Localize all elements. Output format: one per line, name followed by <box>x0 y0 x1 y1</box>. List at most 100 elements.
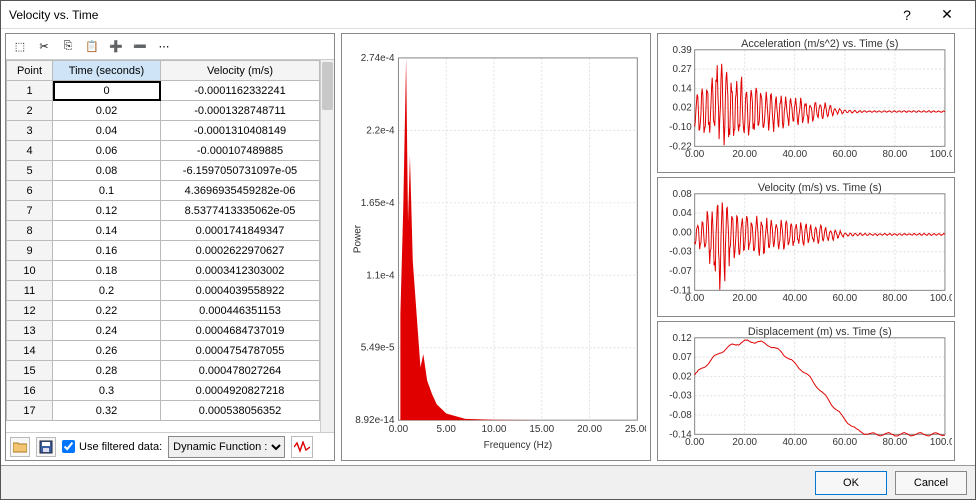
function-dropdown[interactable]: Dynamic Function : <box>168 436 285 458</box>
row-time[interactable]: 0.3 <box>53 381 161 401</box>
table-row[interactable]: 130.240.0004684737019 <box>7 321 320 341</box>
row-time[interactable]: 0.22 <box>53 301 161 321</box>
row-time[interactable]: 0.2 <box>53 281 161 301</box>
table-row[interactable]: 20.02-0.0001328748711 <box>7 101 320 121</box>
row-velocity[interactable]: -0.0001328748711 <box>161 101 320 121</box>
row-velocity[interactable]: 0.000478027264 <box>161 361 320 381</box>
svg-text:2.2e-4: 2.2e-4 <box>366 125 395 136</box>
row-velocity[interactable]: -0.0001310408149 <box>161 121 320 141</box>
row-velocity[interactable]: -6.1597050731097e-05 <box>161 161 320 181</box>
row-time[interactable]: 0.26 <box>53 341 161 361</box>
plot-icon[interactable] <box>291 436 313 458</box>
row-velocity[interactable]: -0.0001162332241 <box>161 81 320 101</box>
row-time[interactable]: 0.28 <box>53 361 161 381</box>
row-time[interactable]: 0 <box>53 81 161 101</box>
table-row[interactable]: 50.08-6.1597050731097e-05 <box>7 161 320 181</box>
disp-chart[interactable]: 0.0020.0040.0060.0080.00100.00-0.14-0.08… <box>660 324 952 458</box>
row-velocity[interactable]: 0.0003412303002 <box>161 261 320 281</box>
scrollbar-thumb[interactable] <box>322 62 333 110</box>
row-point[interactable]: 7 <box>7 201 53 221</box>
data-table[interactable]: Point Time (seconds) Velocity (m/s) 10-0… <box>6 60 320 421</box>
row-point[interactable]: 8 <box>7 221 53 241</box>
save-file-icon[interactable] <box>36 437 56 457</box>
use-filtered-input[interactable] <box>62 440 75 453</box>
insert-row-icon[interactable]: ➕ <box>106 37 126 57</box>
toolbar-more-icon[interactable]: ⋯ <box>154 37 174 57</box>
row-point[interactable]: 5 <box>7 161 53 181</box>
cancel-button[interactable]: Cancel <box>895 471 967 495</box>
power-spectrum-chart[interactable]: 0.005.0010.0015.0020.0025.008.92e-145.49… <box>346 38 646 456</box>
help-button[interactable]: ? <box>887 2 927 28</box>
table-row[interactable]: 60.14.3696935459282e-06 <box>7 181 320 201</box>
row-point[interactable]: 12 <box>7 301 53 321</box>
row-point[interactable]: 16 <box>7 381 53 401</box>
row-velocity[interactable]: 0.0001741849347 <box>161 221 320 241</box>
row-time[interactable]: 0.02 <box>53 101 161 121</box>
col-point[interactable]: Point <box>7 61 53 81</box>
table-row[interactable]: 170.320.000538056352 <box>7 401 320 421</box>
svg-text:8.92e-14: 8.92e-14 <box>355 415 395 426</box>
row-time[interactable]: 0.12 <box>53 201 161 221</box>
row-time[interactable]: 0.14 <box>53 221 161 241</box>
table-row[interactable]: 160.30.0004920827218 <box>7 381 320 401</box>
table-row[interactable]: 70.128.5377413335062e-05 <box>7 201 320 221</box>
svg-text:80.00: 80.00 <box>883 149 908 160</box>
table-scrollbar[interactable] <box>320 60 334 432</box>
row-time[interactable]: 0.16 <box>53 241 161 261</box>
select-icon[interactable]: ⬚ <box>10 37 30 57</box>
row-velocity[interactable]: 0.0004920827218 <box>161 381 320 401</box>
row-velocity[interactable]: 0.000538056352 <box>161 401 320 421</box>
delete-row-icon[interactable]: ➖ <box>130 37 150 57</box>
table-row[interactable]: 100.180.0003412303002 <box>7 261 320 281</box>
table-row[interactable]: 30.04-0.0001310408149 <box>7 121 320 141</box>
table-row[interactable]: 110.20.0004039558922 <box>7 281 320 301</box>
row-time[interactable]: 0.18 <box>53 261 161 281</box>
row-point[interactable]: 2 <box>7 101 53 121</box>
use-filtered-checkbox[interactable]: Use filtered data: <box>62 440 162 453</box>
row-velocity[interactable]: 0.0004754787055 <box>161 341 320 361</box>
close-button[interactable]: ✕ <box>927 2 967 28</box>
row-point[interactable]: 15 <box>7 361 53 381</box>
row-point[interactable]: 14 <box>7 341 53 361</box>
table-row[interactable]: 90.160.0002622970627 <box>7 241 320 261</box>
table-row[interactable]: 150.280.000478027264 <box>7 361 320 381</box>
row-time[interactable]: 0.1 <box>53 181 161 201</box>
row-time[interactable]: 0.32 <box>53 401 161 421</box>
svg-text:100.00: 100.00 <box>930 293 952 304</box>
col-velocity[interactable]: Velocity (m/s) <box>161 61 320 81</box>
row-time[interactable]: 0.24 <box>53 321 161 341</box>
row-velocity[interactable]: 0.0002622970627 <box>161 241 320 261</box>
row-time[interactable]: 0.04 <box>53 121 161 141</box>
row-point[interactable]: 3 <box>7 121 53 141</box>
row-point[interactable]: 6 <box>7 181 53 201</box>
row-velocity[interactable]: 0.0004684737019 <box>161 321 320 341</box>
table-row[interactable]: 80.140.0001741849347 <box>7 221 320 241</box>
col-time[interactable]: Time (seconds) <box>53 61 161 81</box>
svg-text:15.00: 15.00 <box>529 424 554 435</box>
table-row[interactable]: 140.260.0004754787055 <box>7 341 320 361</box>
copy-icon[interactable]: ⎘ <box>58 37 78 57</box>
row-point[interactable]: 10 <box>7 261 53 281</box>
row-time[interactable]: 0.06 <box>53 141 161 161</box>
row-velocity[interactable]: 0.000446351153 <box>161 301 320 321</box>
row-velocity[interactable]: 8.5377413335062e-05 <box>161 201 320 221</box>
row-time[interactable]: 0.08 <box>53 161 161 181</box>
row-point[interactable]: 17 <box>7 401 53 421</box>
row-point[interactable]: 4 <box>7 141 53 161</box>
accel-chart[interactable]: 0.0020.0040.0060.0080.00100.00-0.22-0.10… <box>660 36 952 170</box>
row-velocity[interactable]: 0.0004039558922 <box>161 281 320 301</box>
open-file-icon[interactable] <box>10 437 30 457</box>
row-point[interactable]: 1 <box>7 81 53 101</box>
paste-icon[interactable]: 📋 <box>82 37 102 57</box>
cut-icon[interactable]: ✂ <box>34 37 54 57</box>
table-row[interactable]: 120.220.000446351153 <box>7 301 320 321</box>
ok-button[interactable]: OK <box>815 471 887 495</box>
row-point[interactable]: 11 <box>7 281 53 301</box>
row-point[interactable]: 9 <box>7 241 53 261</box>
row-velocity[interactable]: -0.000107489885 <box>161 141 320 161</box>
row-velocity[interactable]: 4.3696935459282e-06 <box>161 181 320 201</box>
row-point[interactable]: 13 <box>7 321 53 341</box>
table-row[interactable]: 40.06-0.000107489885 <box>7 141 320 161</box>
table-row[interactable]: 10-0.0001162332241 <box>7 81 320 101</box>
vel-chart[interactable]: 0.0020.0040.0060.0080.00100.00-0.11-0.07… <box>660 180 952 314</box>
